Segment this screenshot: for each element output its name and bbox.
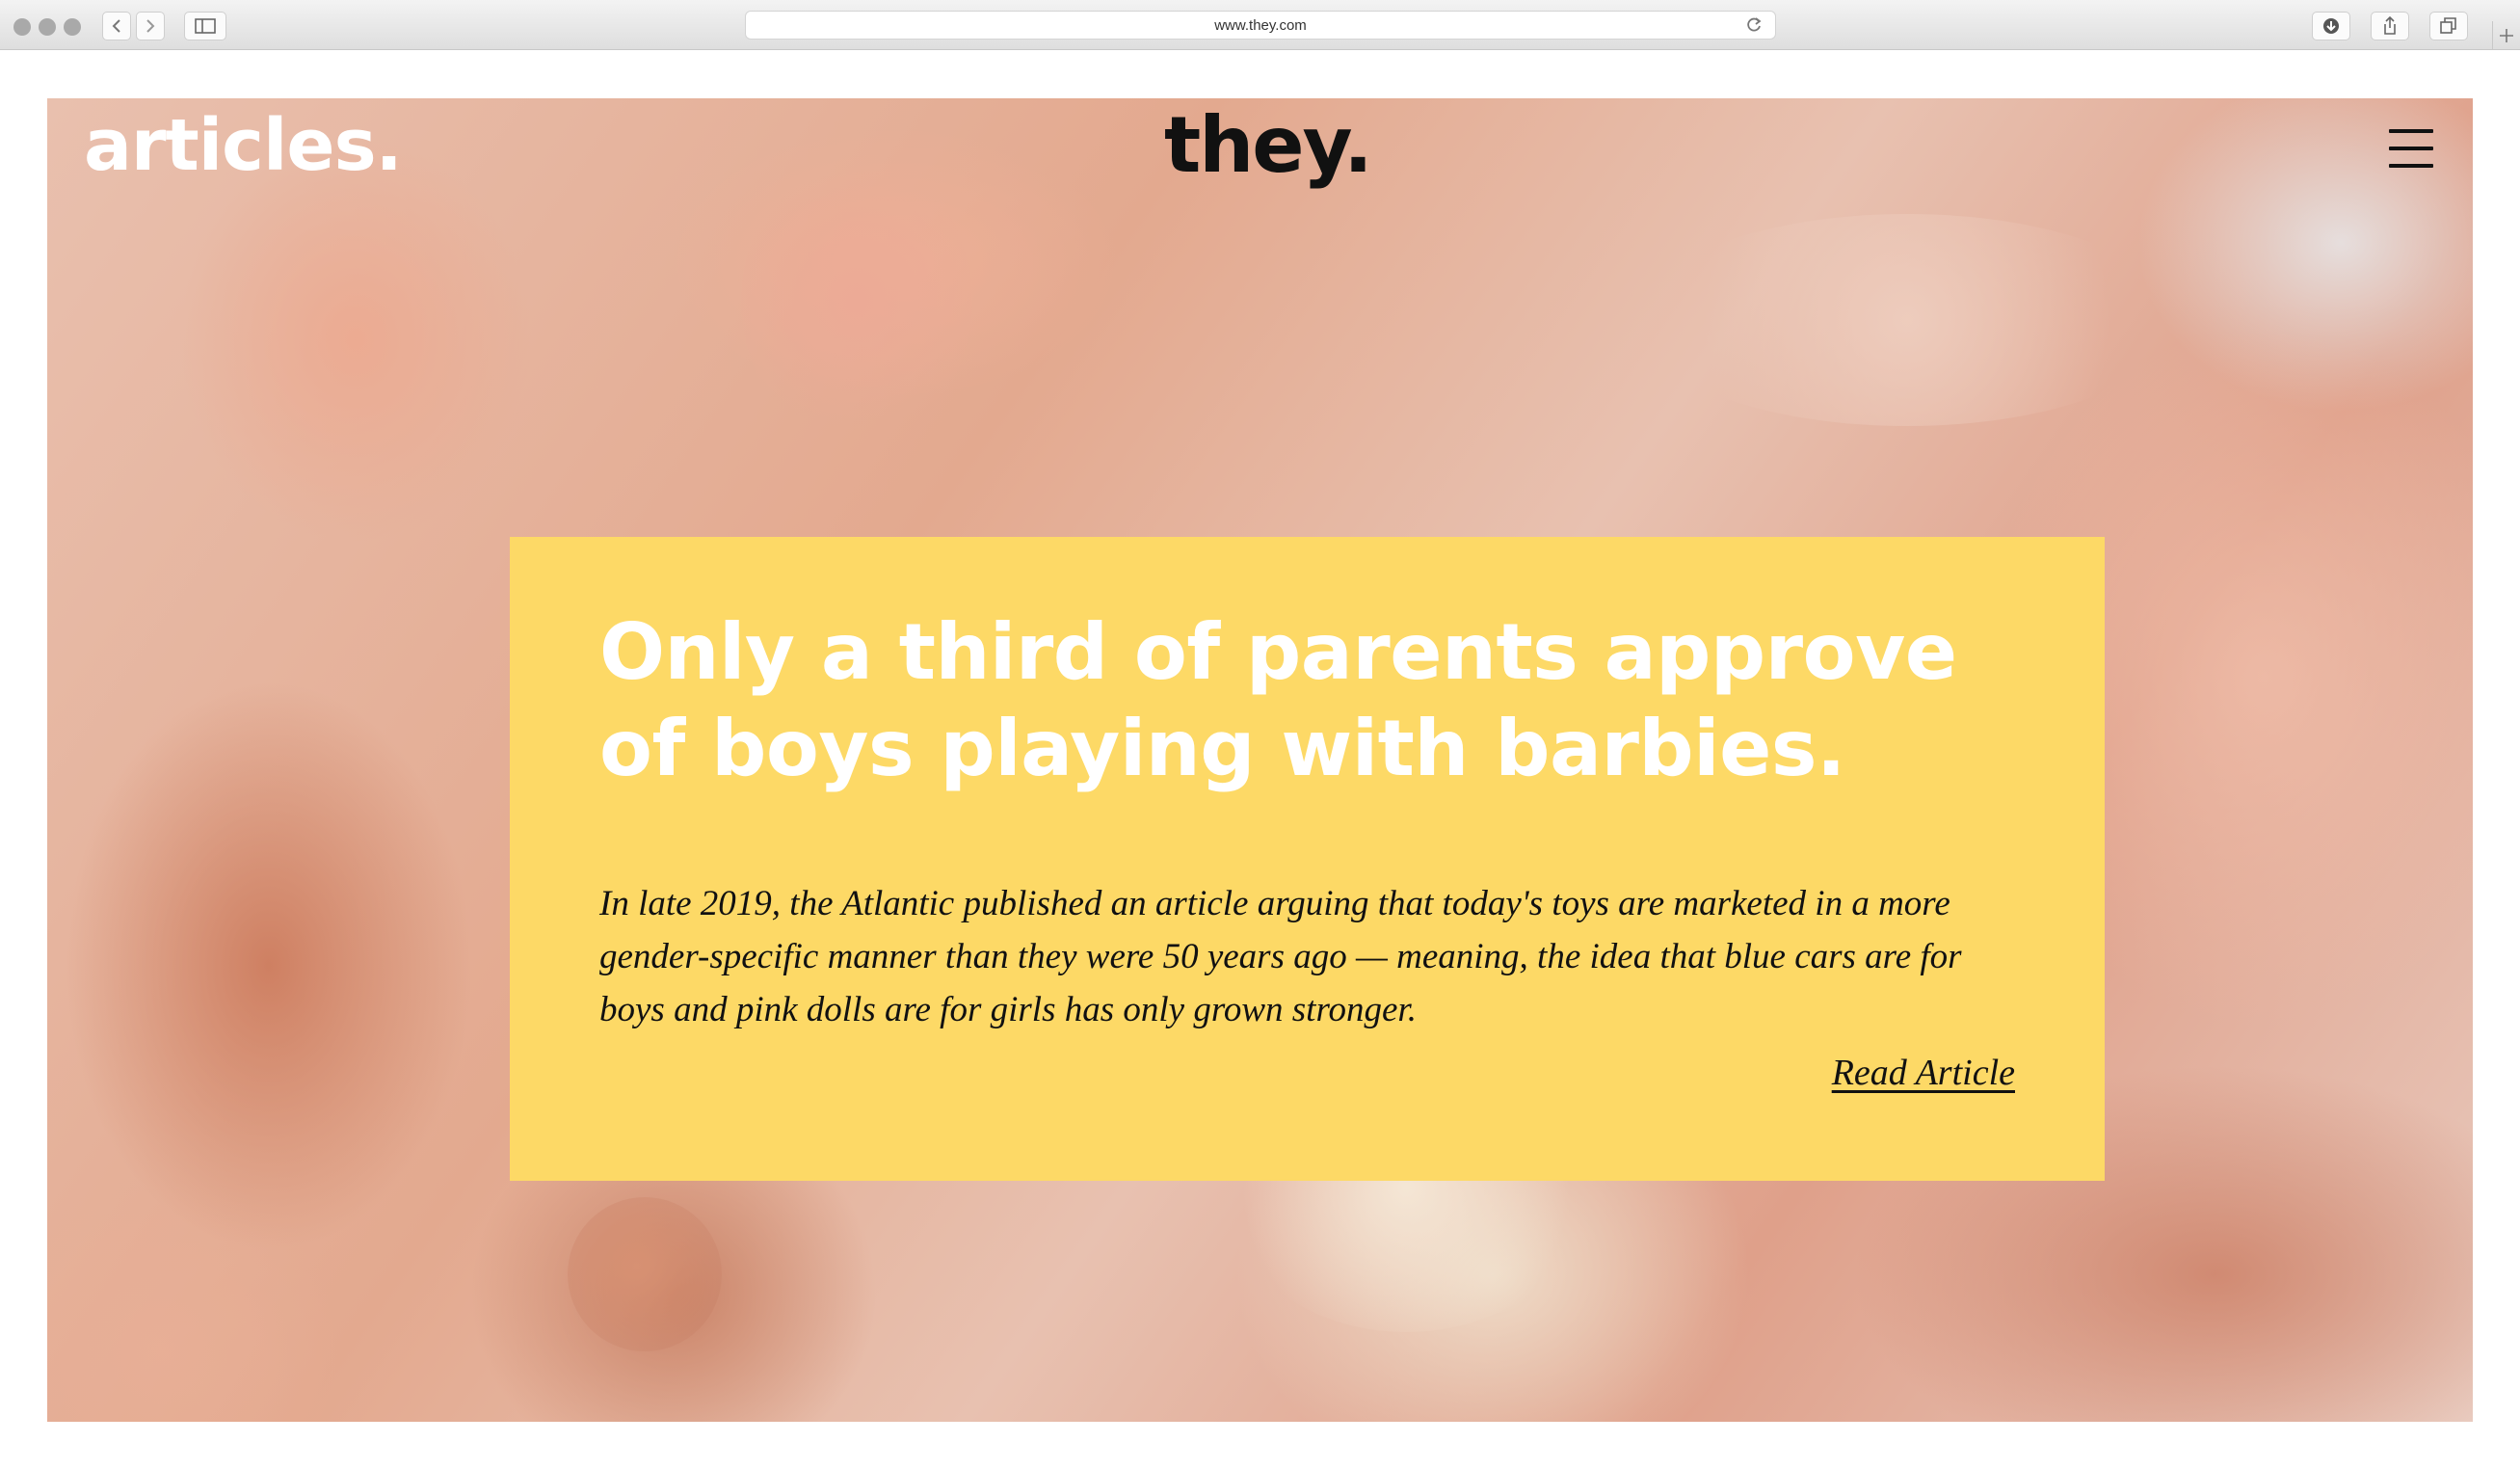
doll-arm-shape: [1637, 214, 2177, 426]
tabs-button[interactable]: [2429, 12, 2468, 40]
minimize-dot-icon[interactable]: [39, 18, 56, 36]
section-logo[interactable]: articles.: [84, 104, 403, 187]
downloads-button[interactable]: [2312, 12, 2350, 40]
article-card: Only a third of parents approve of boys …: [510, 537, 2105, 1181]
browser-toolbar: www.they.com: [0, 0, 2520, 50]
sidebar-icon: [195, 18, 216, 34]
hamburger-menu-icon[interactable]: [2389, 127, 2433, 170]
hero-image: articles. they. Only a third of parents …: [47, 98, 2473, 1422]
chevron-left-icon: [112, 19, 120, 33]
plus-icon: [2500, 29, 2513, 42]
chevron-right-icon: [146, 19, 155, 33]
read-article-link[interactable]: Read Article: [1832, 1052, 2015, 1094]
share-icon: [2384, 15, 2396, 35]
close-dot-icon[interactable]: [13, 18, 31, 36]
brand-logo[interactable]: they.: [1164, 100, 1373, 190]
article-headline: Only a third of parents approve of boys …: [599, 607, 1957, 793]
new-tab-button[interactable]: [2492, 21, 2520, 50]
reload-icon[interactable]: [1744, 15, 1764, 35]
doll-face-shape: [741, 156, 972, 445]
article-excerpt: In late 2019, the Atlantic published an …: [599, 884, 1962, 1029]
sidebar-button[interactable]: [184, 12, 226, 40]
address-bar[interactable]: www.they.com: [745, 11, 1776, 40]
doll-knee-shape: [568, 1197, 722, 1351]
back-button[interactable]: [102, 12, 131, 40]
share-button[interactable]: [2371, 12, 2409, 40]
menu-line: [2389, 129, 2433, 133]
menu-line: [2389, 147, 2433, 150]
maximize-dot-icon[interactable]: [64, 18, 81, 36]
menu-line: [2389, 164, 2433, 168]
download-icon: [2323, 18, 2339, 34]
forward-button[interactable]: [136, 12, 165, 40]
tabs-icon: [2440, 17, 2456, 34]
url-text: www.they.com: [1214, 16, 1307, 34]
